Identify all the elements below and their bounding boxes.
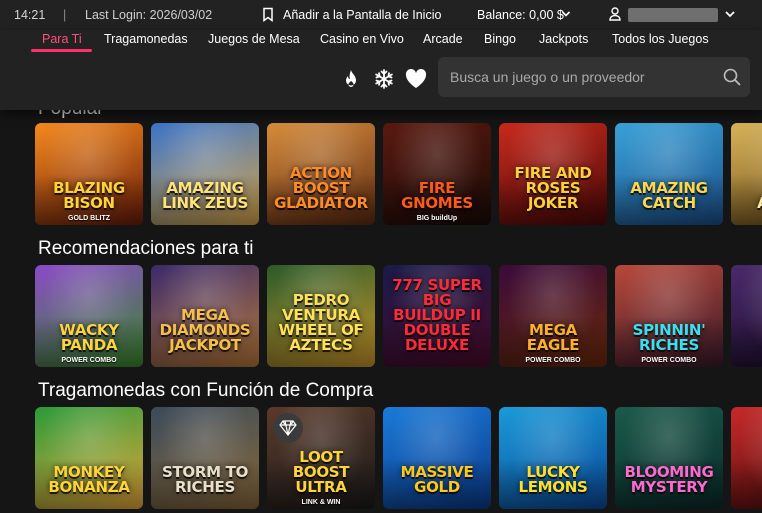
top-status-bar: 14:21 | Last Login: 2026/03/02 Añadir a … (0, 0, 762, 30)
game-title: Action Boost Gladiator (274, 164, 368, 212)
game-title: Anci... (735, 196, 762, 211)
game-tile[interactable]: Amazing Catch (615, 123, 723, 225)
game-tile[interactable]: Anci... (731, 123, 762, 225)
balance-chevron-down-icon[interactable] (561, 6, 571, 25)
game-tile[interactable]: Blazing Bison GOLD BLITZ (35, 123, 143, 225)
game-tile[interactable]: Loot Boost Ultra LINK & WIN (267, 407, 375, 509)
game-tile[interactable]: Storm to Riches (151, 407, 259, 509)
game-tile[interactable]: Blooming Mystery (615, 407, 723, 509)
game-title: Mega Diamonds Jackpot (159, 306, 251, 354)
game-title: Storm to Riches (161, 463, 249, 496)
game-title: Pedro Ventura Wheel of Aztecs (278, 291, 364, 354)
game-title: Amazing Catch (630, 179, 708, 212)
section-title-recomendaciones: Recomendaciones para ti (38, 238, 254, 259)
game-tile[interactable]: Monkey Bonanza (35, 407, 143, 509)
fire-icon[interactable] (342, 69, 360, 94)
tab-jackpots[interactable]: Jackpots (539, 32, 588, 46)
search-input[interactable] (450, 57, 720, 97)
user-icon[interactable] (609, 7, 621, 24)
tab-todos-los-juegos[interactable]: Todos los Juegos (612, 32, 709, 46)
heart-icon[interactable] (405, 68, 427, 94)
tab-para-ti[interactable]: Para Ti (42, 32, 82, 46)
game-title: Fire and Roses Joker (514, 164, 592, 212)
active-tab-indicator (31, 49, 92, 52)
tab-arcade[interactable]: Arcade (423, 32, 463, 46)
balance-display[interactable]: Balance: 0,00 $ (477, 8, 564, 22)
game-tile[interactable]: B... (731, 407, 762, 509)
username-redacted[interactable] (628, 8, 718, 22)
game-title: Po... (735, 338, 762, 353)
game-title: Wacky Panda (59, 321, 119, 354)
game-title: Massive Gold (400, 463, 474, 496)
main-header: Para Ti Tragamonedas Juegos de Mesa Casi… (0, 30, 762, 110)
snowflake-icon[interactable] (374, 69, 394, 94)
tab-tragamonedas[interactable]: Tragamonedas (104, 32, 188, 46)
game-tile[interactable]: Action Boost Gladiator (267, 123, 375, 225)
game-tile[interactable]: Fire Gnomes BIG buildUp (383, 123, 491, 225)
game-title: B... (735, 480, 762, 495)
game-lobby: Popular Blazing Bison GOLD BLITZ Amazing L… (0, 110, 762, 513)
diamond-icon (273, 413, 303, 443)
game-title: Mega Eagle (526, 321, 580, 354)
game-title: Amazing Link Zeus (162, 179, 248, 212)
game-subtitle: POWER COMBO (641, 357, 697, 364)
separator: | (63, 8, 67, 22)
game-tile[interactable]: Fire and Roses Joker (499, 123, 607, 225)
game-row-recomendaciones: Wacky Panda POWER COMBO Mega Diamonds Jack… (35, 265, 762, 367)
game-row-compra: Monkey Bonanza Storm to Riches Loot Boost … (35, 407, 762, 509)
game-row-popular: Blazing Bison GOLD BLITZ Amazing Link Zeus… (35, 123, 762, 225)
game-title: Blazing Bison (53, 179, 125, 212)
section-title-compra: Tragamonedas con Función de Compra (38, 380, 374, 401)
game-title: Fire Gnomes (401, 179, 473, 212)
game-tile[interactable]: Mega Diamonds Jackpot (151, 265, 259, 367)
tab-bingo[interactable]: Bingo (484, 32, 516, 46)
game-tile[interactable]: Spinnin' Riches POWER COMBO (615, 265, 723, 367)
bookmark-icon[interactable] (262, 7, 274, 25)
game-tile[interactable]: Pedro Ventura Wheel of Aztecs (267, 265, 375, 367)
user-chevron-down-icon[interactable] (724, 6, 736, 25)
search-icon[interactable] (723, 68, 741, 91)
game-tile[interactable]: Amazing Link Zeus (151, 123, 259, 225)
game-subtitle: POWER COMBO (525, 357, 581, 364)
clock-time: 14:21 (14, 8, 46, 22)
last-login-text: Last Login: 2026/03/02 (85, 8, 213, 22)
tab-casino-en-vivo[interactable]: Casino en Vivo (320, 32, 404, 46)
game-title: Monkey Bonanza (48, 463, 130, 496)
game-tile[interactable]: 777 Super Big buildUp II Double Deluxe (383, 265, 491, 367)
game-title: Loot Boost Ultra (292, 448, 350, 496)
add-to-home-link[interactable]: Añadir a la Pantalla de Inicio (283, 8, 441, 22)
game-tile[interactable]: Lucky Lemons (499, 407, 607, 509)
game-title: 777 Super Big buildUp II Double Deluxe (392, 276, 482, 354)
game-subtitle: BIG buildUp (416, 215, 458, 222)
section-title-popular: Popular (38, 110, 104, 120)
game-title: Spinnin' Riches (632, 321, 706, 354)
game-title: Blooming Mystery (624, 463, 714, 496)
game-tile[interactable]: Po... (731, 265, 762, 367)
game-subtitle: GOLD BLITZ (68, 215, 110, 222)
search-box[interactable] (438, 57, 750, 97)
game-tile[interactable]: Massive Gold (383, 407, 491, 509)
game-subtitle: POWER COMBO (61, 357, 117, 364)
game-tile[interactable]: Mega Eagle POWER COMBO (499, 265, 607, 367)
game-title: Lucky Lemons (518, 463, 588, 496)
game-tile[interactable]: Wacky Panda POWER COMBO (35, 265, 143, 367)
tab-juegos-de-mesa[interactable]: Juegos de Mesa (208, 32, 300, 46)
game-subtitle: LINK & WIN (301, 499, 341, 506)
